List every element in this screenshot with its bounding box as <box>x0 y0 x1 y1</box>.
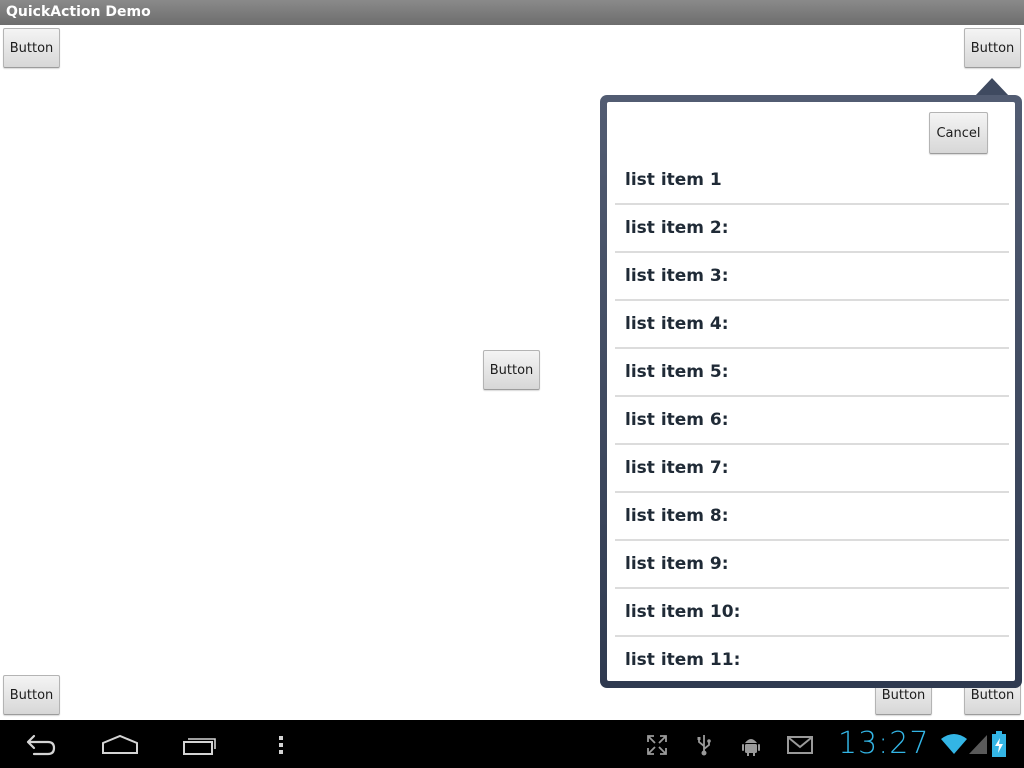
battery-charging-icon <box>990 730 1008 758</box>
list-item[interactable]: list item 9: <box>615 541 1009 589</box>
popup-content: Cancel list item 1 list item 2: list ite… <box>607 102 1015 681</box>
top-left-button[interactable]: Button <box>3 28 60 68</box>
list-item[interactable]: list item 6: <box>615 397 1009 445</box>
android-debug-icon <box>738 733 764 757</box>
signal-icon <box>967 731 989 757</box>
center-button[interactable]: Button <box>483 350 540 390</box>
list-item[interactable]: list item 3: <box>615 253 1009 301</box>
top-right-button[interactable]: Button <box>964 28 1021 68</box>
usb-icon <box>692 733 716 757</box>
cancel-button[interactable]: Cancel <box>929 112 988 154</box>
home-icon[interactable] <box>100 730 140 760</box>
quick-action-popup: Cancel list item 1 list item 2: list ite… <box>600 95 1022 688</box>
popup-list[interactable]: list item 1 list item 2: list item 3: li… <box>615 157 1009 681</box>
list-item[interactable]: list item 8: <box>615 493 1009 541</box>
clock: 13:27 <box>838 726 930 761</box>
list-item[interactable]: list item 11: <box>615 637 1009 681</box>
recent-apps-icon[interactable] <box>180 730 220 760</box>
gmail-icon <box>786 733 814 757</box>
back-icon[interactable] <box>20 730 60 760</box>
list-item[interactable]: list item 1 <box>615 157 1009 205</box>
list-item[interactable]: list item 4: <box>615 301 1009 349</box>
popup-arrow <box>975 78 1009 96</box>
list-item[interactable]: list item 7: <box>615 445 1009 493</box>
list-item[interactable]: list item 2: <box>615 205 1009 253</box>
list-item[interactable]: list item 5: <box>615 349 1009 397</box>
fullscreen-icon <box>644 733 670 757</box>
menu-icon[interactable] <box>270 730 292 760</box>
wifi-icon <box>940 731 968 757</box>
bottom-left-button[interactable]: Button <box>3 675 60 715</box>
app-title: QuickAction Demo <box>0 0 1024 25</box>
list-item[interactable]: list item 10: <box>615 589 1009 637</box>
